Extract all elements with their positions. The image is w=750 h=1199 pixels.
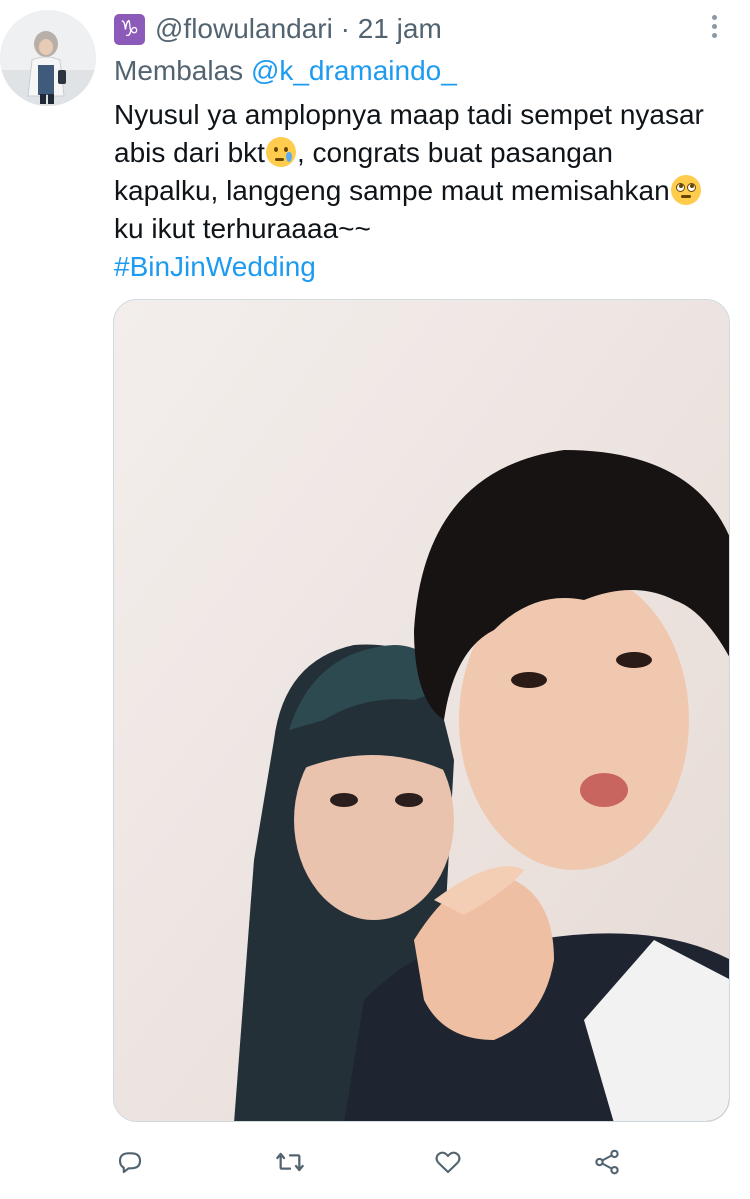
- capricorn-icon: ♑: [114, 13, 145, 45]
- tweet-text: Nyusul ya amplopnya maap tadi sempet nya…: [114, 96, 734, 286]
- hashtag-link[interactable]: #BinJinWedding: [114, 248, 734, 286]
- tweet-actions: [0, 1136, 750, 1186]
- more-options-icon[interactable]: [704, 12, 724, 40]
- tweet-text-line: ku ikut terhuraaaa~~: [114, 213, 371, 244]
- retweet-icon: [276, 1152, 304, 1172]
- tweet-text-segment: kapalku, langgeng sampe maut memisahkan: [114, 175, 670, 206]
- share-icon: [595, 1149, 619, 1175]
- crying-face-icon: [265, 137, 296, 167]
- tweet-text-line: Nyusul ya amplopnya maap tadi sempet nya…: [114, 99, 704, 130]
- tweet-text-segment: abis dari bkt: [114, 137, 265, 168]
- like-icon: [435, 1151, 461, 1174]
- retweet-button[interactable]: [270, 1142, 310, 1182]
- reply-button[interactable]: [110, 1142, 150, 1182]
- avatar[interactable]: [0, 10, 96, 106]
- tweet-text-line: abis dari bkt , congrats buat pasangan: [114, 134, 734, 172]
- timestamp[interactable]: 21 jam: [358, 13, 442, 45]
- tweet-header: ♑ @flowulandari · 21 jam: [114, 10, 442, 48]
- tweet-text-line: kapalku, langgeng sampe maut memisahkan: [114, 172, 734, 210]
- avatar-photo: [0, 10, 96, 106]
- reply-to-handle-link[interactable]: @k_dramaindo_: [251, 55, 457, 86]
- share-button[interactable]: [587, 1142, 627, 1182]
- face-with-rolling-eyes-icon: [670, 175, 701, 205]
- tweet-photo[interactable]: [113, 299, 730, 1122]
- separator: ·: [332, 13, 358, 44]
- tweet-text-segment: , congrats buat pasangan: [296, 137, 613, 168]
- reply-context: Membalas @k_dramaindo_: [114, 52, 457, 90]
- reply-icon: [118, 1152, 142, 1174]
- user-handle[interactable]: @flowulandari: [155, 13, 333, 45]
- reply-prefix: Membalas: [114, 55, 251, 86]
- tweet: ♑ @flowulandari · 21 jam Membalas @k_dra…: [0, 0, 750, 1199]
- like-button[interactable]: [428, 1142, 468, 1182]
- photo-illustration: [114, 300, 729, 1121]
